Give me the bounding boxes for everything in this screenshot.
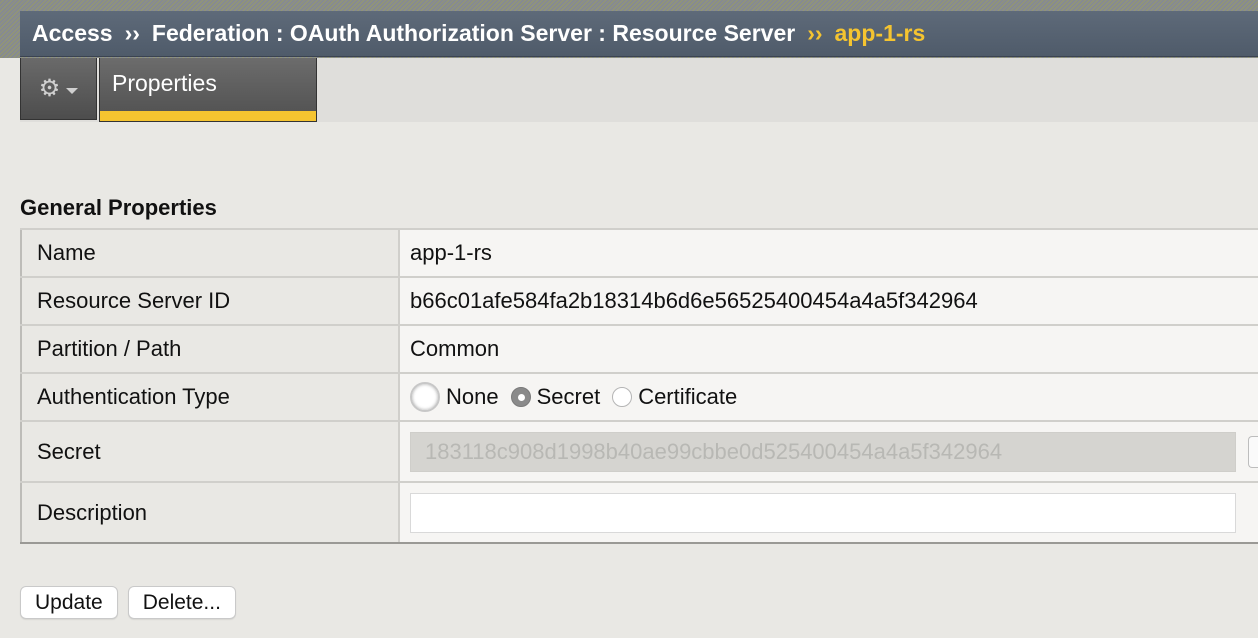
gear-menu-button[interactable]: ⚙ (20, 58, 97, 120)
breadcrumb-current: app-1-rs (834, 20, 926, 46)
active-tab-indicator (100, 111, 316, 121)
partition-path-label: Partition / Path (20, 324, 400, 374)
description-field[interactable] (410, 492, 1236, 533)
chevron-down-icon (66, 87, 79, 94)
update-button[interactable]: Update (20, 586, 118, 619)
auth-none-label[interactable]: None (446, 384, 499, 410)
secret-value-cell (398, 420, 1258, 483)
resource-server-id-value: b66c01afe584fa2b18314b6d6e56525400454a4a… (398, 276, 1258, 326)
gear-icon: ⚙ (38, 74, 61, 102)
authentication-type-label: Authentication Type (20, 372, 400, 422)
breadcrumb-item-access[interactable]: Access (32, 20, 113, 47)
table-row: Description (20, 481, 1258, 544)
partition-path-value: Common (398, 324, 1258, 374)
delete-button[interactable]: Delete... (127, 586, 236, 619)
auth-secret-label[interactable]: Secret (537, 384, 601, 410)
secret-field (410, 431, 1236, 472)
tab-strip: ⚙ Properties (20, 58, 1258, 122)
description-value-cell (398, 481, 1258, 544)
resource-server-id-label: Resource Server ID (20, 276, 400, 326)
breadcrumb-item-resource-server[interactable]: Federation : OAuth Authorization Server … (152, 20, 795, 47)
secret-label: Secret (20, 420, 400, 483)
auth-certificate-radio[interactable] (612, 387, 633, 407)
table-row: Partition / Path Common (20, 324, 1258, 374)
auth-certificate-label[interactable]: Certificate (638, 384, 737, 410)
properties-table: Name app-1-rs Resource Server ID b66c01a… (20, 228, 1258, 544)
tab-properties[interactable]: Properties (99, 58, 317, 122)
table-row: Authentication Type None Secret Certific… (20, 372, 1258, 422)
breadcrumb-separator: ›› (124, 20, 140, 46)
name-value: app-1-rs (398, 228, 1258, 278)
breadcrumb: Access ›› Federation : OAuth Authorizati… (20, 11, 1258, 57)
table-row: Secret (20, 420, 1258, 483)
description-label: Description (20, 481, 400, 544)
breadcrumb-separator: ›› (807, 20, 823, 46)
table-row: Resource Server ID b66c01afe584fa2b18314… (20, 276, 1258, 326)
action-buttons: Update Delete... (20, 586, 236, 619)
show-secret-button[interactable] (1248, 435, 1258, 468)
auth-secret-radio[interactable] (510, 387, 531, 407)
tab-properties-label: Properties (112, 70, 217, 96)
table-row: Name app-1-rs (20, 228, 1258, 278)
name-label: Name (20, 228, 400, 278)
authentication-type-options: None Secret Certificate (398, 372, 1258, 422)
auth-none-radio[interactable] (410, 382, 440, 412)
section-title: General Properties (20, 195, 217, 220)
